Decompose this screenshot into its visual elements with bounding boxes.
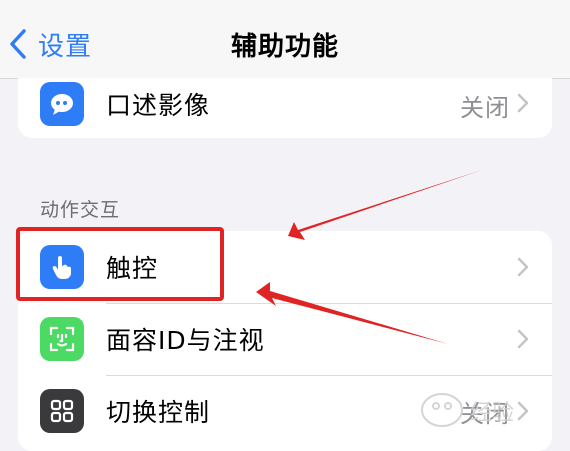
section-header-interaction: 动作交互 <box>40 199 121 221</box>
page-title: 辅助功能 <box>230 32 339 62</box>
grid-icon <box>40 389 84 433</box>
face-id-icon <box>40 317 84 361</box>
audio-descriptions-value: 关闭 <box>460 94 510 122</box>
face-id-attention-row[interactable]: 面容ID与注视 <box>18 303 552 375</box>
chevron-right-icon <box>517 93 529 113</box>
chevron-right-icon <box>517 257 529 277</box>
audio-descriptions-row[interactable]: 口述影像 关闭 <box>18 78 552 130</box>
watermark-text: 经验 <box>470 401 514 426</box>
switch-control-label: 切换控制 <box>106 398 211 427</box>
speech-bubble-icon <box>40 82 84 126</box>
chevron-right-icon <box>517 329 529 349</box>
audio-descriptions-card: 口述影像 关闭 <box>18 78 552 138</box>
highlight-box <box>16 227 224 301</box>
navigation-bar: 设置 辅助功能 <box>0 0 570 79</box>
arrow-upper <box>288 170 482 240</box>
face-id-attention-label: 面容ID与注视 <box>106 326 265 355</box>
audio-descriptions-label: 口述影像 <box>106 91 211 120</box>
watermark-logo: 经验 <box>408 380 558 438</box>
